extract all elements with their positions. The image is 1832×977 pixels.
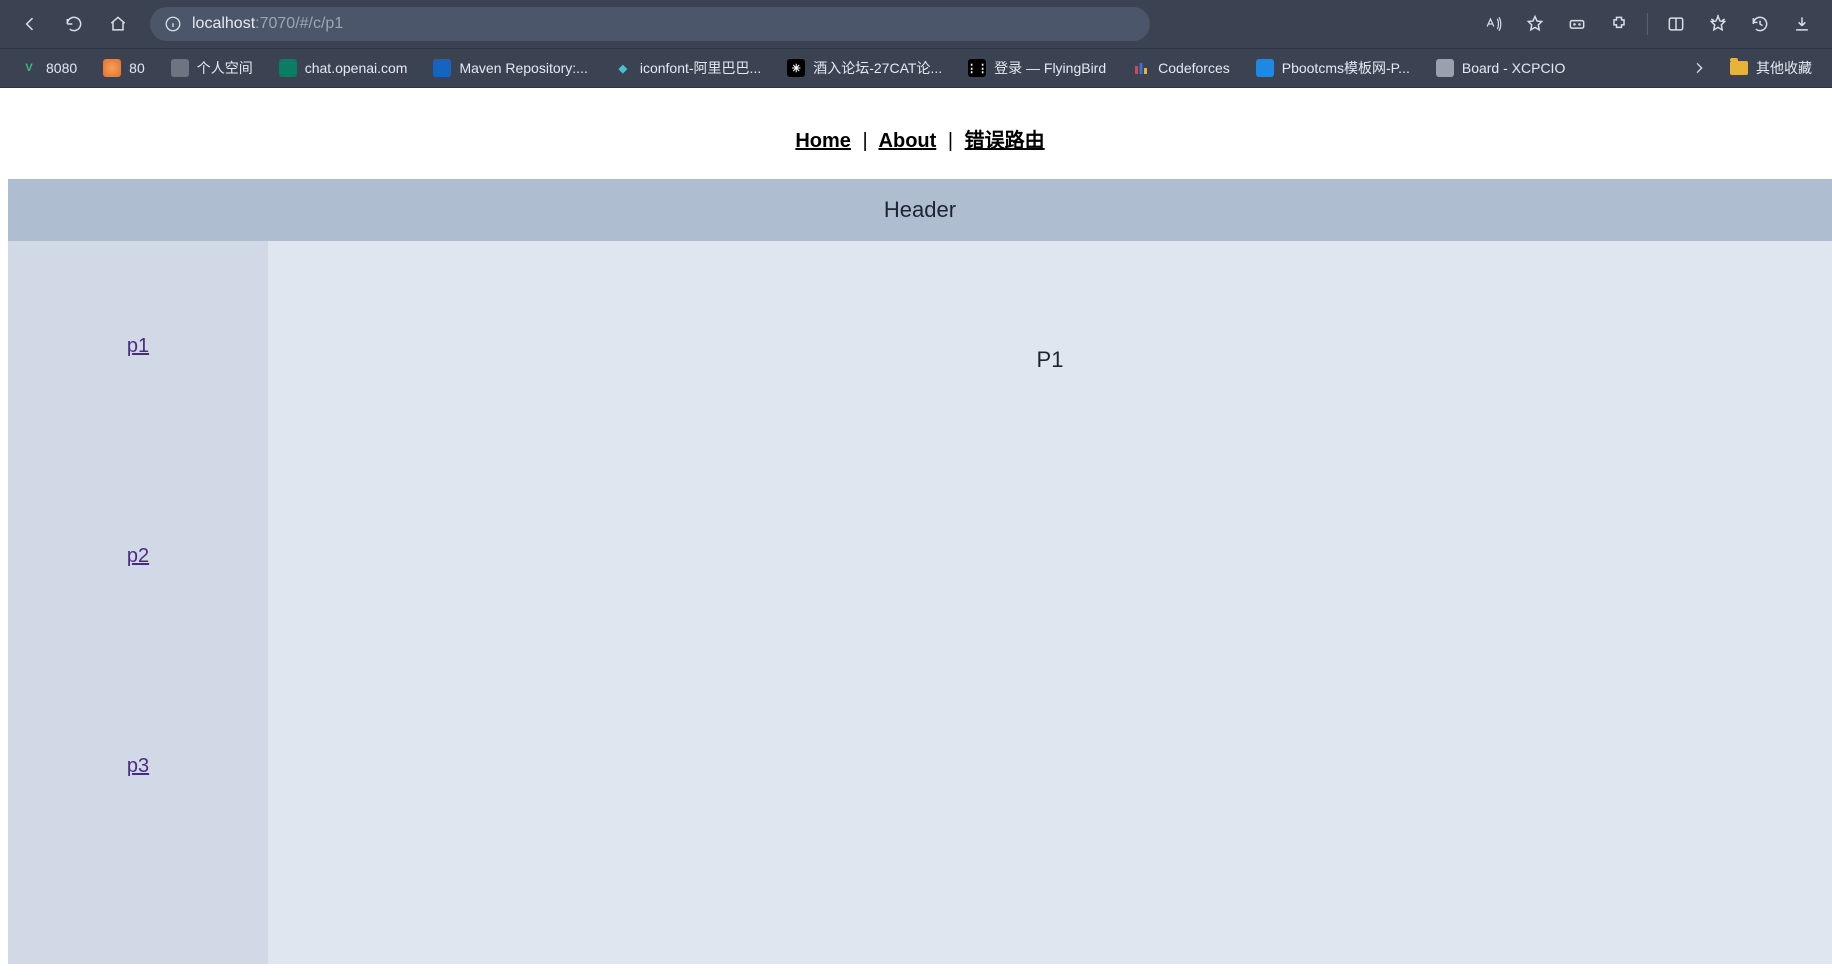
history-button[interactable] xyxy=(1740,4,1780,44)
bookmarks-right: 其他收藏 xyxy=(1684,53,1820,83)
other-bookmarks-folder[interactable]: 其他收藏 xyxy=(1722,54,1820,82)
bookmark-label: 80 xyxy=(129,60,145,76)
sidebar-item: p1 xyxy=(8,241,268,451)
read-aloud-button[interactable] xyxy=(1473,4,1513,44)
favicon xyxy=(433,59,451,77)
bookmark-item[interactable]: Board - XCPCIO xyxy=(1428,55,1573,81)
folder-icon xyxy=(1730,61,1748,75)
favicon xyxy=(171,59,189,77)
bookmark-item[interactable]: ✳ 酒入论坛-27CAT论... xyxy=(779,54,950,82)
favicon xyxy=(1256,59,1274,77)
sidebar-link-p2[interactable]: p2 xyxy=(127,545,149,568)
collections-button[interactable] xyxy=(1698,4,1738,44)
browser-toolbar: localhost:7070/#/c/p1 xyxy=(0,0,1832,48)
favicon: ⋮⋮ xyxy=(968,59,986,77)
url-text: localhost:7070/#/c/p1 xyxy=(192,15,343,33)
bookmark-label: Pbootcms模板网-P... xyxy=(1282,58,1410,78)
vr-button[interactable] xyxy=(1557,4,1597,44)
toolbar-divider xyxy=(1647,13,1648,35)
bookmark-label: 个人空间 xyxy=(197,58,253,78)
nav-sep: | xyxy=(863,130,868,152)
bookmark-label: iconfont-阿里巴巴... xyxy=(640,58,761,78)
split-screen-button[interactable] xyxy=(1656,4,1696,44)
bookmarks-overflow-button[interactable] xyxy=(1684,53,1714,83)
favorite-button[interactable] xyxy=(1515,4,1555,44)
favicon: ✳ xyxy=(787,59,805,77)
bookmark-item[interactable]: 80 xyxy=(95,55,153,81)
bookmark-item[interactable]: Maven Repository:... xyxy=(425,55,595,81)
bookmark-item[interactable]: Pbootcms模板网-P... xyxy=(1248,54,1418,82)
sidebar-link-p3[interactable]: p3 xyxy=(127,755,149,778)
favicon: ◆ xyxy=(614,59,632,77)
favicon xyxy=(279,59,297,77)
url-host: localhost xyxy=(192,15,255,32)
address-bar[interactable]: localhost:7070/#/c/p1 xyxy=(150,7,1150,41)
bookmark-item[interactable]: chat.openai.com xyxy=(271,55,416,81)
bookmark-label: Maven Repository:... xyxy=(459,60,587,76)
other-bookmarks-label: 其他收藏 xyxy=(1756,58,1812,78)
refresh-button[interactable] xyxy=(54,4,94,44)
browser-chrome: localhost:7070/#/c/p1 xyxy=(0,0,1832,88)
bookmark-label: chat.openai.com xyxy=(305,60,408,76)
viewport: Home | About | 错误路由 Header p1 p2 p3 xyxy=(0,88,1832,977)
sidebar: p1 p2 p3 xyxy=(8,241,268,964)
bookmarks-bar: V808080个人空间chat.openai.comMaven Reposito… xyxy=(0,48,1832,88)
bookmark-label: 8080 xyxy=(46,60,77,76)
content-area: P1 xyxy=(268,241,1832,964)
bookmark-item[interactable]: ◆ iconfont-阿里巴巴... xyxy=(606,54,769,82)
nav-sep: | xyxy=(948,130,953,152)
layout: p1 p2 p3 P1 xyxy=(8,241,1832,964)
header-text: Header xyxy=(884,197,956,222)
bookmark-item[interactable]: Codeforces xyxy=(1124,55,1238,81)
sidebar-link-p1[interactable]: p1 xyxy=(127,335,149,358)
sidebar-item: p2 xyxy=(8,451,268,661)
toolbar-right xyxy=(1473,4,1822,44)
favicon: V xyxy=(20,59,38,77)
extensions-button[interactable] xyxy=(1599,4,1639,44)
favicon xyxy=(1132,59,1150,77)
bookmark-item[interactable]: 个人空间 xyxy=(163,54,261,82)
bookmark-item[interactable]: V 8080 xyxy=(12,55,85,81)
content-title: P1 xyxy=(268,347,1832,373)
nav-about-link[interactable]: About xyxy=(879,130,937,152)
site-info-icon[interactable] xyxy=(164,15,182,33)
favicon xyxy=(103,59,121,77)
nav-links: Home | About | 错误路由 xyxy=(8,92,1832,179)
home-button[interactable] xyxy=(98,4,138,44)
page: Home | About | 错误路由 Header p1 p2 p3 xyxy=(8,92,1832,977)
header-bar: Header xyxy=(8,179,1832,241)
bookmark-item[interactable]: ⋮⋮ 登录 — FlyingBird xyxy=(960,54,1114,82)
sidebar-item: p3 xyxy=(8,661,268,871)
back-button[interactable] xyxy=(10,4,50,44)
nav-home-link[interactable]: Home xyxy=(795,130,851,152)
bookmark-label: Board - XCPCIO xyxy=(1462,60,1565,76)
favicon xyxy=(1436,59,1454,77)
bookmark-label: 登录 — FlyingBird xyxy=(994,58,1106,78)
nav-error-link[interactable]: 错误路由 xyxy=(965,130,1045,152)
url-path: :7070/#/c/p1 xyxy=(255,15,343,32)
bookmark-label: Codeforces xyxy=(1158,60,1230,76)
downloads-button[interactable] xyxy=(1782,4,1822,44)
bookmark-label: 酒入论坛-27CAT论... xyxy=(813,58,942,78)
